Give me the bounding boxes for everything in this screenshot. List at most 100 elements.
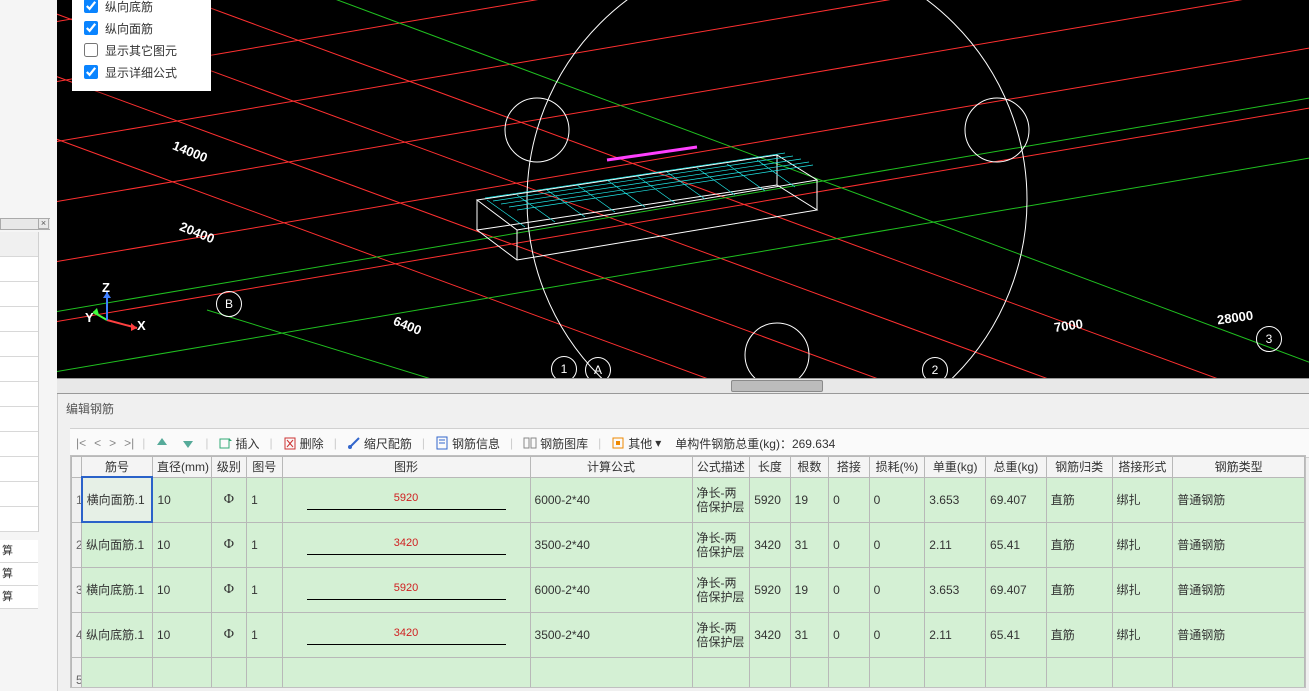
left-row[interactable] [0, 407, 38, 432]
cell-shape[interactable]: 3420 [282, 522, 530, 567]
cell-name[interactable]: 横向底筋.1 [82, 567, 153, 612]
left-row[interactable] [0, 432, 38, 457]
rebar-info-button[interactable]: 钢筋信息 [431, 433, 504, 454]
cell-tw[interactable]: 69.407 [986, 477, 1047, 522]
th[interactable]: 长度 [750, 457, 790, 478]
scrollbar-thumb[interactable] [731, 380, 823, 392]
left-row[interactable] [0, 307, 38, 332]
checkbox-row[interactable]: 纵向面筋 [80, 17, 203, 39]
cell-len[interactable]: 3420 [750, 522, 790, 567]
cell-name[interactable]: 纵向底筋.1 [82, 612, 153, 657]
checkbox-row[interactable]: 显示其它图元 [80, 39, 203, 61]
cell-dia[interactable]: 10 [152, 612, 211, 657]
cell-tw[interactable]: 69.407 [986, 567, 1047, 612]
cell-grade[interactable]: Φ [211, 477, 246, 522]
cell-fig[interactable]: 1 [247, 612, 282, 657]
up-icon[interactable] [151, 434, 173, 452]
cell-type[interactable]: 普通钢筋 [1173, 522, 1305, 567]
cell-loss[interactable]: 0 [869, 612, 925, 657]
checkbox-show-formula[interactable] [84, 65, 98, 79]
checkbox-row[interactable]: 纵向底筋 [80, 0, 203, 17]
checkbox-show-others[interactable] [84, 43, 98, 57]
cell-desc[interactable]: 净长-两倍保护层 [692, 522, 750, 567]
cell-len[interactable]: 3420 [750, 612, 790, 657]
th[interactable]: 计算公式 [530, 457, 692, 478]
cell-cat[interactable]: 直筋 [1046, 477, 1112, 522]
cell-tw[interactable]: 65.41 [986, 522, 1047, 567]
cell-fig[interactable]: 1 [247, 567, 282, 612]
cell-lapf[interactable]: 绑扎 [1112, 522, 1173, 567]
cell-uw[interactable]: 3.653 [925, 477, 986, 522]
rebar-library-button[interactable]: 钢筋图库 [519, 433, 592, 454]
nav-first-button[interactable]: |< [74, 436, 88, 450]
cell-lapf[interactable]: 绑扎 [1112, 567, 1173, 612]
nav-prev-button[interactable]: < [92, 436, 103, 450]
cell-name[interactable]: 横向面筋.1 [82, 477, 153, 522]
cell-lapf[interactable]: 绑扎 [1112, 612, 1173, 657]
cell-grade[interactable]: Φ [211, 522, 246, 567]
table-row[interactable]: 2纵向面筋.110Φ134203500-2*40净长-两倍保护层34203100… [72, 522, 1305, 567]
cell-shape[interactable]: 3420 [282, 612, 530, 657]
cell-lap[interactable]: 0 [829, 477, 869, 522]
checkbox-bottom-bars[interactable] [84, 0, 98, 13]
cell-dia[interactable]: 10 [152, 522, 211, 567]
cell-cnt[interactable]: 19 [790, 567, 828, 612]
left-row[interactable] [0, 457, 38, 482]
rebar-table[interactable]: 筋号 直径(mm) 级别 图号 图形 计算公式 公式描述 长度 根数 搭接 损耗… [71, 456, 1305, 688]
th[interactable]: 直径(mm) [152, 457, 211, 478]
cell-cnt[interactable]: 31 [790, 612, 828, 657]
table-row[interactable]: 4纵向底筋.110Φ134203500-2*40净长-两倍保护层34203100… [72, 612, 1305, 657]
cell-type[interactable]: 普通钢筋 [1173, 612, 1305, 657]
left-row[interactable] [0, 482, 38, 507]
cell-grade[interactable]: Φ [211, 612, 246, 657]
cell-type[interactable]: 普通钢筋 [1173, 567, 1305, 612]
cell-dia[interactable]: 10 [152, 477, 211, 522]
left-panel-close-icon[interactable]: × [38, 218, 49, 229]
cell-cnt[interactable]: 19 [790, 477, 828, 522]
cell-cat[interactable]: 直筋 [1046, 522, 1112, 567]
insert-button[interactable]: 插入 [215, 433, 264, 454]
cell-uw[interactable]: 2.11 [925, 522, 986, 567]
left-row[interactable] [0, 507, 38, 532]
cell-type[interactable]: 普通钢筋 [1173, 477, 1305, 522]
left-row[interactable] [0, 282, 38, 307]
th[interactable]: 根数 [790, 457, 828, 478]
cell-formula[interactable]: 6000-2*40 [530, 567, 692, 612]
scale-button[interactable]: 缩尺配筋 [343, 433, 416, 454]
cell-len[interactable]: 5920 [750, 567, 790, 612]
th[interactable]: 钢筋类型 [1173, 457, 1305, 478]
th[interactable]: 搭接形式 [1112, 457, 1173, 478]
cell-shape[interactable]: 5920 [282, 567, 530, 612]
cell-desc[interactable]: 净长-两倍保护层 [692, 477, 750, 522]
left-row[interactable] [0, 332, 38, 357]
cell-lap[interactable]: 0 [829, 612, 869, 657]
nav-last-button[interactable]: >| [122, 436, 136, 450]
th[interactable]: 总重(kg) [986, 457, 1047, 478]
cell-shape[interactable]: 5920 [282, 477, 530, 522]
left-row[interactable] [0, 257, 38, 282]
viewport-hscrollbar[interactable] [57, 378, 1309, 394]
cell-uw[interactable]: 3.653 [925, 567, 986, 612]
cell-lap[interactable]: 0 [829, 522, 869, 567]
table-row-empty[interactable]: 5 [72, 657, 1305, 688]
down-icon[interactable] [177, 434, 199, 452]
th[interactable]: 搭接 [829, 457, 869, 478]
th[interactable]: 单重(kg) [925, 457, 986, 478]
table-row[interactable]: 1横向面筋.110Φ159206000-2*40净长-两倍保护层59201900… [72, 477, 1305, 522]
cell-formula[interactable]: 6000-2*40 [530, 477, 692, 522]
cell-dia[interactable]: 10 [152, 567, 211, 612]
th[interactable]: 图形 [282, 457, 530, 478]
3d-viewport[interactable]: 14000 20400 6400 7000 28000 Z Y X B 1 A … [57, 0, 1309, 378]
cell-fig[interactable]: 1 [247, 522, 282, 567]
left-row[interactable] [0, 382, 38, 407]
cell-cnt[interactable]: 31 [790, 522, 828, 567]
cell-uw[interactable]: 2.11 [925, 612, 986, 657]
nav-next-button[interactable]: > [107, 436, 118, 450]
cell-lapf[interactable]: 绑扎 [1112, 477, 1173, 522]
cell-lap[interactable]: 0 [829, 567, 869, 612]
delete-button[interactable]: 删除 [279, 433, 328, 454]
other-dropdown[interactable]: 其他 ▾ [607, 433, 665, 454]
cell-grade[interactable]: Φ [211, 567, 246, 612]
cell-name[interactable]: 纵向面筋.1 [82, 522, 153, 567]
table-row[interactable]: 3横向底筋.110Φ159206000-2*40净长-两倍保护层59201900… [72, 567, 1305, 612]
